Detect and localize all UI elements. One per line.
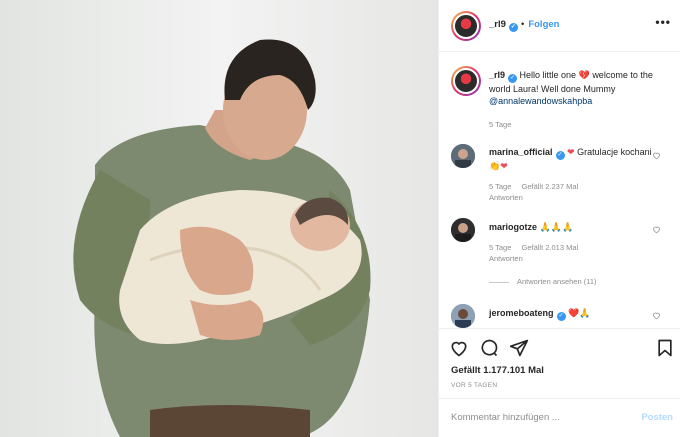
commenter-avatar[interactable] (451, 144, 475, 168)
like-comment-heart-icon[interactable] (652, 151, 661, 160)
reply-button[interactable]: Antworten (489, 193, 523, 202)
like-heart-icon[interactable] (449, 338, 469, 358)
author-username-text[interactable]: _rl9 (489, 19, 506, 30)
heart-emoji-icon: ❤ (567, 147, 575, 157)
comment-input[interactable]: Kommentar hinzufügen ... (451, 412, 560, 423)
heart-emoji-icon: 💔 (578, 70, 590, 80)
avatar-photo-icon (451, 304, 475, 328)
comment-body: ❤️🙏 (568, 308, 591, 318)
comment-meta: 5 Tage Gefällt 2.013 Mal Antworten (489, 242, 586, 264)
comment-text: mariogotze 🙏🙏🙏 (489, 221, 661, 233)
commenter-avatar[interactable] (451, 218, 475, 242)
post-date[interactable]: VOR 5 TAGEN (451, 382, 497, 389)
post-side-panel: _rl9 ✓ • Folgen ••• _rl9 ✓ Hello little one… (438, 0, 680, 437)
comment-body: Gratulacje kochani (577, 147, 652, 157)
post-header: _rl9 ✓ • Folgen ••• (439, 0, 680, 52)
add-comment-bar: Kommentar hinzufügen ... Posten (439, 398, 680, 437)
comment-likes[interactable]: Gefällt 2.013 Mal (521, 243, 578, 252)
caption-username[interactable]: _rl9 (489, 70, 505, 80)
like-comment-heart-icon[interactable] (652, 225, 661, 234)
author-avatar[interactable] (451, 11, 481, 41)
caption-mention-link[interactable]: @annalewandowskahpba (489, 96, 592, 106)
verified-badge-icon: ✓ (555, 151, 565, 160)
comment-text: jeromeboateng ✓ ❤️🙏 (489, 307, 661, 321)
more-options-icon[interactable]: ••• (655, 15, 671, 29)
replies-divider (489, 281, 509, 283)
caption-meta: 5 Tage (489, 119, 519, 130)
comment-text: marina_official ✓ ❤ Gratulacje kochani 👏❤ (489, 146, 661, 172)
comment-time: 5 Tage (489, 182, 512, 191)
author-username[interactable]: _rl9 ✓ (489, 19, 518, 32)
verified-badge-icon: ✓ (508, 74, 518, 83)
verified-badge-icon: ✓ (556, 312, 566, 321)
comment-username[interactable]: marina_official (489, 147, 553, 157)
caption-time: 5 Tage (489, 120, 512, 129)
reply-button[interactable]: Antworten (489, 254, 523, 263)
comment-meta: 5 Tage Gefällt 2.237 Mal Antworten (489, 181, 586, 203)
follow-button[interactable]: • Folgen (521, 19, 559, 30)
caption-avatar[interactable] (451, 66, 481, 96)
comment-bubble-icon[interactable] (479, 338, 499, 358)
post-actions: Gefällt 1.177.101 Mal VOR 5 TAGEN (439, 328, 680, 398)
photo-illustration (0, 0, 438, 437)
avatar-photo-icon (451, 218, 475, 242)
comment-likes[interactable]: Gefällt 2.237 Mal (521, 182, 578, 191)
clap-emoji-icon: 👏 (489, 161, 501, 171)
caption-part1: Hello little one (519, 70, 577, 80)
commenter-avatar[interactable] (451, 304, 475, 328)
view-replies-label[interactable]: Antworten ansehen (11) (517, 277, 597, 286)
separator-dot: • (521, 19, 525, 30)
follow-label[interactable]: Folgen (528, 19, 559, 30)
save-bookmark-icon[interactable] (655, 338, 675, 358)
verified-badge-icon: ✓ (508, 23, 518, 32)
comment-username[interactable]: mariogotze (489, 222, 537, 232)
heart-emoji-icon: ❤ (500, 161, 508, 171)
comments-list[interactable]: _rl9 ✓ Hello little one 💔 welcome to the … (439, 52, 680, 328)
caption-text: _rl9 ✓ Hello little one 💔 welcome to the … (489, 69, 669, 107)
post-like-count[interactable]: Gefällt 1.177.101 Mal (451, 365, 544, 376)
post-comment-button[interactable]: Posten (641, 412, 673, 423)
avatar-photo-icon (451, 144, 475, 168)
comment-body: 🙏🙏🙏 (539, 222, 574, 232)
comment-username[interactable]: jeromeboateng (489, 308, 554, 318)
share-paper-plane-icon[interactable] (509, 338, 529, 358)
view-replies-button[interactable]: Antworten ansehen (11) (489, 277, 597, 286)
comment-time: 5 Tage (489, 243, 512, 252)
post-photo[interactable] (0, 0, 438, 437)
like-comment-heart-icon[interactable] (652, 311, 661, 320)
